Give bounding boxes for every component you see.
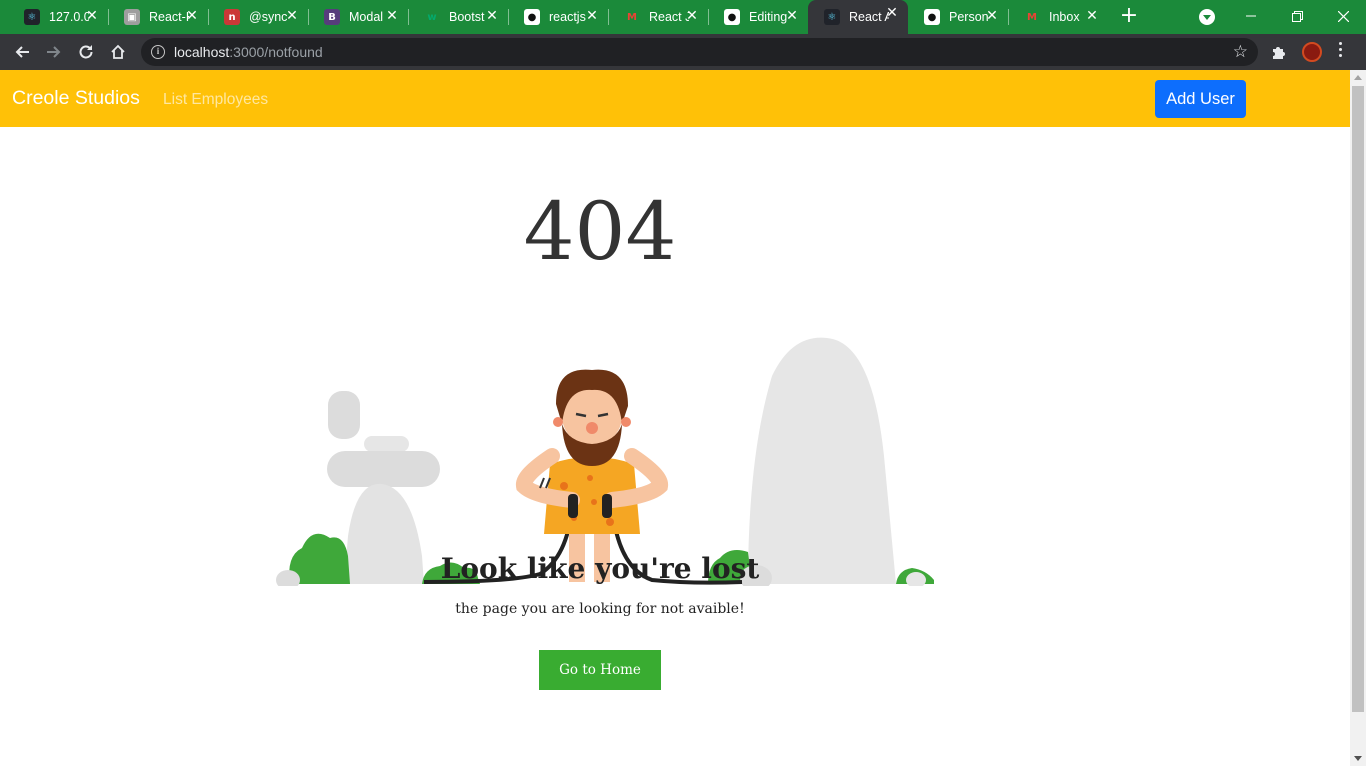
home-icon[interactable] <box>106 40 130 64</box>
app-navbar: Creole Studios List Employees Add User <box>0 70 1350 127</box>
stone-top <box>328 391 360 439</box>
browser-tab-label: React J <box>649 10 689 24</box>
stone-small <box>364 436 409 452</box>
browser-tab-label: Bootst <box>449 10 485 24</box>
tab-close-icon[interactable]: ✕ <box>284 8 300 24</box>
browser-tab-label: Inbox <box>1049 10 1080 24</box>
browser-tab-label: @sync <box>249 10 288 24</box>
browser-tab-label: reactjs <box>549 10 586 24</box>
brand-link[interactable]: Creole Studios <box>12 87 140 110</box>
browser-tab[interactable]: ▣ React-H✕ <box>108 3 208 31</box>
tab-close-icon[interactable]: ✕ <box>484 8 500 24</box>
browser-tab[interactable]: n @sync ✕ <box>208 3 308 31</box>
close-window-icon[interactable] <box>1320 0 1366 32</box>
browser-toolbar: i localhost:3000/notfound ☆ <box>0 34 1366 70</box>
react-icon: ⚛ <box>24 9 40 25</box>
url-text[interactable]: localhost:3000/notfound <box>174 44 323 60</box>
scroll-down-icon[interactable] <box>1354 756 1362 761</box>
tab-close-icon[interactable]: ✕ <box>1084 8 1100 24</box>
w3-icon: w <box>427 11 437 23</box>
scroll-up-icon[interactable] <box>1354 75 1362 80</box>
browser-tab[interactable]: ● Person ✕ <box>908 3 1008 31</box>
tab-close-icon[interactable]: ✕ <box>584 8 600 24</box>
plug-right <box>602 494 612 518</box>
browser-tab-strip: ⚛127.0.0✕▣React-H✕n@sync✕BModal✕wBootst✕… <box>0 0 1366 34</box>
plug-left <box>568 494 578 518</box>
browser-tab[interactable]: ⚛ React A ✕ <box>808 0 908 34</box>
go-to-home-button[interactable]: Go to Home <box>539 650 661 690</box>
forward-icon[interactable] <box>42 40 66 64</box>
github-icon: ● <box>924 9 940 25</box>
reload-icon[interactable] <box>74 40 98 64</box>
tab-close-icon[interactable]: ✕ <box>784 8 800 24</box>
browser-tab[interactable]: M React J ✕ <box>608 3 708 31</box>
restore-icon[interactable] <box>1274 0 1320 32</box>
tab-close-icon[interactable]: ✕ <box>184 8 200 24</box>
package-icon: ▣ <box>124 9 140 25</box>
browser-menu-icon[interactable] <box>1339 42 1343 60</box>
site-info-icon[interactable]: i <box>151 45 165 59</box>
gmail-icon: M <box>1027 11 1037 23</box>
browser-tab[interactable]: w Bootst ✕ <box>408 3 508 31</box>
gmail-icon: M <box>627 11 637 23</box>
tab-close-icon[interactable]: ✕ <box>984 8 1000 24</box>
add-user-button[interactable]: Add User <box>1155 80 1246 118</box>
github-icon: ● <box>724 9 740 25</box>
scrollbar-thumb[interactable] <box>1352 86 1364 712</box>
browser-tab[interactable]: ⚛ 127.0.0 ✕ <box>8 3 108 31</box>
tab-search-icon[interactable] <box>1199 9 1215 25</box>
url-path: :3000/notfound <box>229 44 323 60</box>
large-rock <box>748 337 896 584</box>
npm-icon: n <box>224 9 240 25</box>
minimize-icon[interactable] <box>1228 0 1274 32</box>
browser-tab-label: Person <box>949 10 989 24</box>
page-viewport: Creole Studios List Employees Add User 4… <box>0 70 1350 766</box>
browser-tab[interactable]: B Modal ✕ <box>308 3 408 31</box>
stone-middle <box>327 451 440 487</box>
browser-tab-label: 127.0.0 <box>49 10 89 24</box>
tab-close-icon[interactable]: ✕ <box>684 8 700 24</box>
browser-tab-label: Editing <box>749 10 788 24</box>
bookmark-star-icon[interactable]: ☆ <box>1233 42 1248 62</box>
profile-avatar[interactable] <box>1302 42 1322 62</box>
github-icon: ● <box>524 9 540 25</box>
tab-close-icon[interactable]: ✕ <box>884 5 900 21</box>
new-tab-button[interactable]: + <box>1118 5 1140 27</box>
browser-tab[interactable]: ● Editing ✕ <box>708 3 808 31</box>
caveman-nose <box>586 422 598 434</box>
tab-close-icon[interactable]: ✕ <box>384 8 400 24</box>
browser-tab-label: React-H <box>149 10 189 24</box>
back-icon[interactable] <box>10 40 34 64</box>
page-scrollbar[interactable] <box>1350 70 1366 766</box>
nav-link-list-employees[interactable]: List Employees <box>163 91 268 109</box>
url-host: localhost <box>174 44 230 60</box>
lost-subtitle: the page you are looking for not avaible… <box>455 601 745 617</box>
address-bar[interactable]: i localhost:3000/notfound ☆ <box>141 38 1258 66</box>
browser-tab-label: React A <box>849 10 889 24</box>
browser-tab[interactable]: M Inbox ✕ <box>1008 3 1108 31</box>
caveman-illustration <box>276 337 934 586</box>
tab-close-icon[interactable]: ✕ <box>84 8 100 24</box>
extensions-puzzle-icon[interactable] <box>1270 43 1288 61</box>
bootstrap-icon: B <box>324 9 340 25</box>
browser-tab[interactable]: ● reactjs ✕ <box>508 3 608 31</box>
react-icon: ⚛ <box>824 9 840 25</box>
browser-tab-label: Modal <box>349 10 384 24</box>
lost-heading: Look like you're lost <box>440 552 760 585</box>
